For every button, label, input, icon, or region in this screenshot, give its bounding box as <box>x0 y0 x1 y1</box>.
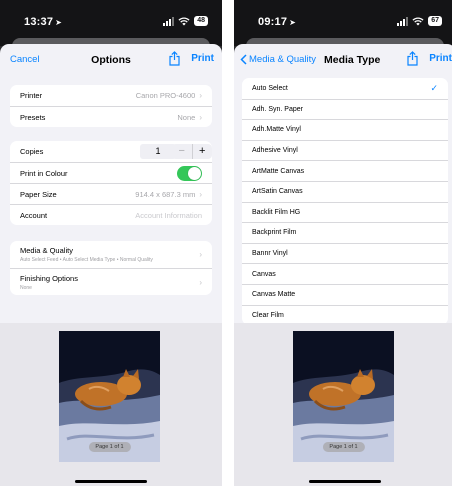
increment-button[interactable]: + <box>193 144 213 159</box>
list-item[interactable]: ArtSatin Canvas <box>242 180 448 202</box>
print-preview-page[interactable]: Page 1 of 1 <box>293 331 394 462</box>
media-quality-row[interactable]: Media & Quality Auto Select Feed • Auto … <box>10 241 212 268</box>
print-button[interactable]: Print <box>191 53 214 64</box>
copies-count[interactable]: 1 <box>140 144 176 159</box>
finishing-options-row[interactable]: Finishing Options None › <box>10 268 212 295</box>
print-in-colour-row: Print in Colour <box>10 162 212 183</box>
nav-bar: Cancel Options Print <box>0 44 222 76</box>
chevron-left-icon <box>240 54 247 65</box>
wifi-icon <box>178 17 190 26</box>
chevron-right-icon: › <box>199 189 202 199</box>
decrement-button[interactable]: − <box>172 144 193 159</box>
paper-size-row[interactable]: Paper Size 914.4 x 687.3 mm › <box>10 183 212 204</box>
list-item[interactable]: Adh.Matte Vinyl <box>242 119 448 140</box>
list-item[interactable]: Canvas <box>242 263 448 284</box>
list-item[interactable]: Backlit Film HG <box>242 201 448 223</box>
presets-row[interactable]: Presets None › <box>10 106 212 127</box>
print-in-colour-toggle[interactable] <box>177 165 202 181</box>
list-item[interactable]: Bannr Vinyl <box>242 242 448 264</box>
status-time: 13:37 ➤ <box>24 16 63 28</box>
list-item[interactable]: Adhesive Vinyl <box>242 139 448 161</box>
wifi-icon <box>412 17 424 26</box>
phone-screen-media-type: 09:17 ➤ 67 Media & Quality Media Type Pri… <box>234 0 452 486</box>
chevron-right-icon: › <box>199 91 202 100</box>
nav-bar: Media & Quality Media Type Print <box>234 44 452 76</box>
media-group: Media & Quality Auto Select Feed • Auto … <box>10 241 212 295</box>
copies-row: Copies 1 − + <box>10 141 212 162</box>
copies-group: Copies 1 − + Print in Colour Paper Size … <box>10 141 212 225</box>
copies-stepper: 1 − + <box>140 144 212 159</box>
chevron-right-icon: › <box>199 112 202 122</box>
page-indicator: Page 1 of 1 <box>88 442 131 452</box>
home-indicator[interactable] <box>75 480 147 483</box>
list-item[interactable]: Adh. Syn. Paper <box>242 98 448 120</box>
chevron-right-icon: › <box>199 277 202 287</box>
printer-row[interactable]: Printer Canon PRO-4600 › <box>10 85 212 106</box>
location-arrow-icon: ➤ <box>289 18 297 27</box>
print-preview-page[interactable]: Page 1 of 1 <box>59 331 160 462</box>
home-indicator[interactable] <box>309 480 381 483</box>
media-type-sheet: Media & Quality Media Type Print Auto Se… <box>234 44 452 486</box>
cellular-signal-icon <box>163 16 175 26</box>
page-title: Media Type <box>324 54 381 66</box>
print-button[interactable]: Print <box>429 53 452 64</box>
battery-icon: 67 <box>428 16 442 26</box>
location-arrow-icon: ➤ <box>55 18 63 27</box>
media-type-list: Auto Select ✓ Adh. Syn. Paper Adh.Matte V… <box>242 78 448 326</box>
page-indicator: Page 1 of 1 <box>322 442 365 452</box>
print-preview-area: Page 1 of 1 <box>234 323 452 486</box>
list-item[interactable]: Canvas Matte <box>242 283 448 305</box>
share-icon[interactable] <box>406 51 419 66</box>
cellular-signal-icon <box>397 16 409 26</box>
account-row: Account Account Information <box>10 204 212 225</box>
status-time: 09:17 ➤ <box>258 16 297 28</box>
printer-group: Printer Canon PRO-4600 › Presets None › <box>10 85 212 127</box>
print-options-sheet: Cancel Options Print Printer Canon PRO-4… <box>0 44 222 486</box>
back-button[interactable]: Media & Quality <box>240 54 316 65</box>
list-item[interactable]: Backprint Film <box>242 222 448 243</box>
battery-icon: 48 <box>194 16 208 26</box>
share-icon[interactable] <box>168 51 181 66</box>
list-item[interactable]: ArtMatte Canvas <box>242 160 448 181</box>
list-item[interactable]: Auto Select ✓ <box>242 78 448 99</box>
phone-screen-print-options: 13:37 ➤ 48 Cancel Options Print Printer C… <box>0 0 222 486</box>
account-field[interactable]: Account Information <box>135 211 202 220</box>
checkmark-icon: ✓ <box>430 82 438 93</box>
chevron-right-icon: › <box>199 250 202 259</box>
print-preview-area: Page 1 of 1 <box>0 323 222 486</box>
